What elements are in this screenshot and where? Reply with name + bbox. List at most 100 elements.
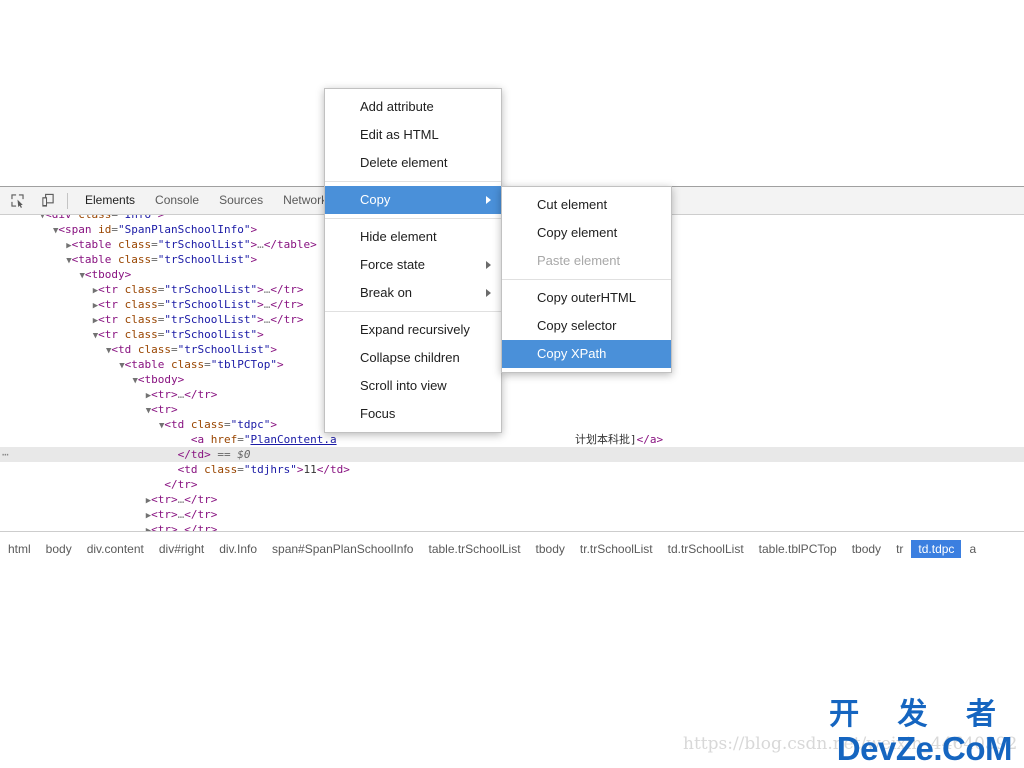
dom-token-eq: = bbox=[151, 238, 158, 251]
dom-token-punc: > bbox=[250, 223, 257, 236]
menu-item-label: Copy bbox=[360, 192, 390, 207]
breadcrumb-item[interactable]: html bbox=[1, 540, 38, 558]
tab-sources[interactable]: Sources bbox=[209, 187, 273, 214]
menu-item-collapse-children[interactable]: Collapse children bbox=[325, 344, 501, 372]
indent-spacer bbox=[0, 238, 66, 251]
dom-token-punc: < bbox=[138, 373, 145, 386]
dom-token-punc: > bbox=[270, 343, 277, 356]
dom-token-val: "trSchoolList" bbox=[158, 253, 251, 266]
dom-token-tag: tr bbox=[158, 403, 171, 416]
dom-token-tag: span bbox=[65, 223, 92, 236]
dom-node[interactable]: ▶<tr>…</tr> bbox=[0, 387, 1024, 402]
menu-item-copy[interactable]: Copy bbox=[325, 186, 501, 214]
submenu-arrow-icon bbox=[486, 196, 491, 204]
context-menu[interactable]: Add attributeEdit as HTML Delete element C… bbox=[324, 88, 502, 433]
dom-token-tag: tr bbox=[105, 298, 118, 311]
dom-node[interactable]: <a href="PlanContent.a 计划本科批]</a> bbox=[0, 432, 1024, 447]
dom-token-tag: table bbox=[78, 238, 111, 251]
submenu-item-copy-xpath[interactable]: Copy XPath bbox=[502, 340, 671, 368]
dom-token-attr: class bbox=[204, 463, 237, 476]
breadcrumb-item[interactable]: div.content bbox=[80, 540, 151, 558]
breadcrumb-item[interactable]: tr.trSchoolList bbox=[573, 540, 660, 558]
dom-token-attr: class bbox=[125, 298, 158, 311]
indent-spacer bbox=[0, 463, 172, 476]
dom-node[interactable]: ▶<tr>…</tr> bbox=[0, 492, 1024, 507]
dom-token-tag: tr bbox=[105, 283, 118, 296]
breadcrumb[interactable]: htmlbodydiv.contentdiv#rightdiv.Infospan… bbox=[0, 531, 1024, 566]
breadcrumb-item[interactable]: div#right bbox=[152, 540, 211, 558]
menu-item-label: Copy outerHTML bbox=[537, 290, 636, 305]
indent-spacer bbox=[0, 508, 146, 521]
indent-spacer bbox=[0, 493, 146, 506]
indent-spacer bbox=[0, 268, 79, 281]
dom-token-tag: table bbox=[78, 253, 111, 266]
menu-item-delete-element[interactable]: Delete element bbox=[325, 149, 501, 177]
dom-node-selected[interactable]: ⋯ </td> == $0 bbox=[0, 447, 1024, 462]
breadcrumb-item[interactable]: td.tdpc bbox=[911, 540, 961, 558]
dom-token-tag: tr bbox=[105, 328, 118, 341]
device-toolbar-icon[interactable] bbox=[34, 188, 60, 214]
dom-attr-link[interactable]: PlanContent.a bbox=[250, 433, 336, 446]
dom-token-attr: class bbox=[191, 418, 224, 431]
menu-item-force-state[interactable]: Force state bbox=[325, 251, 501, 279]
breadcrumb-item[interactable]: span#SpanPlanSchoolInfo bbox=[265, 540, 420, 558]
breadcrumb-item[interactable]: a bbox=[962, 540, 983, 558]
dom-token-val: "trSchoolList" bbox=[178, 343, 271, 356]
menu-item-expand-recursively[interactable]: Expand recursively bbox=[325, 316, 501, 344]
dom-token-tag: tr bbox=[158, 388, 171, 401]
dom-token-punc: < bbox=[164, 418, 171, 431]
breadcrumb-item[interactable]: table.tblPCTop bbox=[752, 540, 844, 558]
dom-node[interactable]: ▼<td class="tdpc"> bbox=[0, 417, 1024, 432]
dom-token-attr: id bbox=[98, 223, 111, 236]
node-overflow-ellipsis: ⋯ bbox=[2, 447, 9, 462]
breadcrumb-item[interactable]: tr bbox=[889, 540, 910, 558]
submenu-arrow-icon bbox=[486, 261, 491, 269]
submenu-item-cut-element[interactable]: Cut element bbox=[502, 191, 671, 219]
dom-token-punc: </td> bbox=[178, 448, 211, 461]
submenu-item-copy-selector[interactable]: Copy selector bbox=[502, 312, 671, 340]
dom-node[interactable]: ▼<tr> bbox=[0, 402, 1024, 417]
breadcrumb-item[interactable]: table.trSchoolList bbox=[421, 540, 527, 558]
tab-elements[interactable]: Elements bbox=[75, 187, 145, 214]
dom-node[interactable]: ▼<tbody> bbox=[0, 372, 1024, 387]
breadcrumb-item[interactable]: div.Info bbox=[212, 540, 264, 558]
tab-console[interactable]: Console bbox=[145, 187, 209, 214]
dom-token-eq: = bbox=[237, 433, 244, 446]
menu-item-label: Delete element bbox=[360, 155, 447, 170]
dom-token-val: "trSchoolList" bbox=[164, 283, 257, 296]
breadcrumb-item[interactable]: body bbox=[39, 540, 79, 558]
dom-token-punc: < bbox=[85, 268, 92, 281]
dom-token-tag: tr bbox=[158, 493, 171, 506]
dom-token-val: "trSchoolList" bbox=[158, 238, 251, 251]
dom-token-attr: href bbox=[211, 433, 238, 446]
breadcrumb-item[interactable]: tbody bbox=[529, 540, 572, 558]
menu-item-focus[interactable]: Focus bbox=[325, 400, 501, 428]
context-submenu-copy[interactable]: Cut elementCopy elementPaste elementCopy… bbox=[501, 186, 672, 373]
menu-item-edit-as-html[interactable]: Edit as HTML bbox=[325, 121, 501, 149]
dom-token-punc: < bbox=[45, 215, 52, 221]
dom-token-punc: > bbox=[251, 253, 258, 266]
dom-token-attr: class bbox=[118, 238, 151, 251]
breadcrumb-item[interactable]: td.trSchoolList bbox=[661, 540, 751, 558]
dom-node[interactable]: </tr> bbox=[0, 477, 1024, 492]
menu-separator bbox=[325, 311, 501, 312]
web-page-viewport bbox=[0, 0, 1024, 186]
dom-node[interactable]: <td class="tdjhrs">11</td> bbox=[0, 462, 1024, 477]
submenu-item-copy-outerhtml[interactable]: Copy outerHTML bbox=[502, 284, 671, 312]
menu-item-scroll-into-view[interactable]: Scroll into view bbox=[325, 372, 501, 400]
menu-item-break-on[interactable]: Break on bbox=[325, 279, 501, 307]
dom-token-tag: td bbox=[184, 463, 197, 476]
dom-token-punc: </table> bbox=[264, 238, 317, 251]
indent-spacer bbox=[0, 403, 146, 416]
dom-token-eq: = bbox=[151, 253, 158, 266]
submenu-item-copy-element[interactable]: Copy element bbox=[502, 219, 671, 247]
dom-token-attr: class bbox=[118, 253, 151, 266]
menu-item-label: Hide element bbox=[360, 229, 437, 244]
inspect-element-icon[interactable] bbox=[4, 188, 30, 214]
menu-item-hide-element[interactable]: Hide element bbox=[325, 223, 501, 251]
watermark-brand: 开 发 者 DevZe.CoM bbox=[829, 700, 1012, 765]
dom-node[interactable]: ▶<tr>…</tr> bbox=[0, 507, 1024, 522]
breadcrumb-item[interactable]: tbody bbox=[845, 540, 888, 558]
indent-spacer bbox=[0, 373, 132, 386]
menu-item-add-attribute[interactable]: Add attribute bbox=[325, 93, 501, 121]
